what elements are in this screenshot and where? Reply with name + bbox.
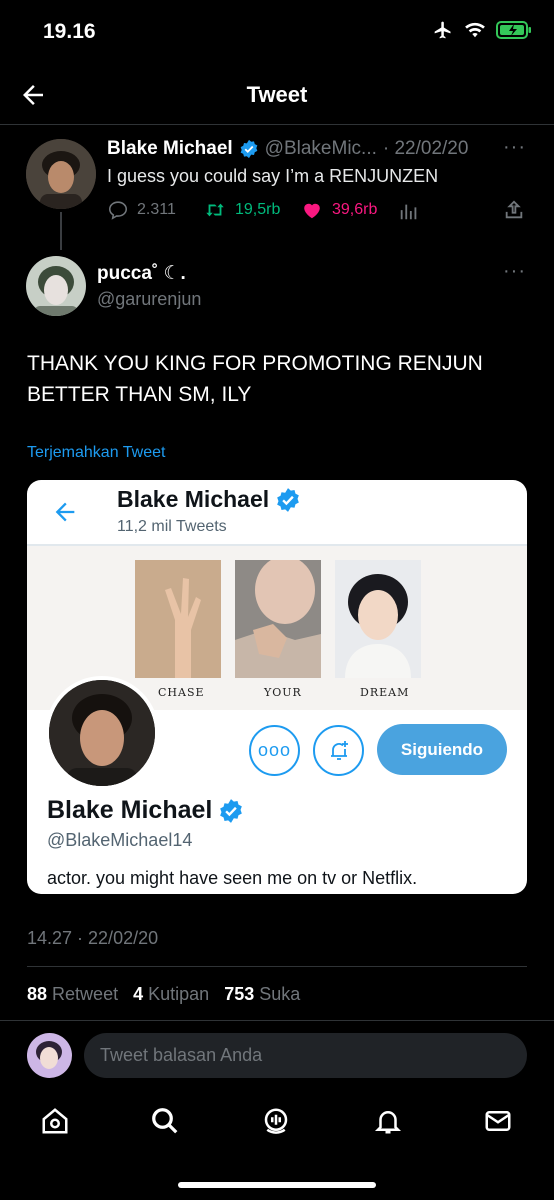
banner-photo-face (335, 560, 421, 678)
card-following-button: Siguiendo (377, 724, 507, 775)
tab-spaces[interactable] (259, 1104, 293, 1138)
card-more-button: ooo (249, 725, 300, 776)
engagement-counts: 88 Retweet 4 Kutipan 753 Suka (27, 984, 300, 1005)
current-user-avatar[interactable] (27, 1033, 72, 1078)
card-handle: @BlakeMichael14 (47, 830, 193, 850)
card-bio: actor. you might have seen me on tv or N… (47, 868, 418, 888)
avatar[interactable] (26, 256, 86, 316)
thread-line (60, 212, 62, 250)
verified-badge-icon (220, 798, 243, 823)
wifi-icon (465, 22, 485, 38)
heart-filled-icon (304, 203, 320, 219)
verified-badge-icon (240, 139, 258, 159)
search-icon (152, 1108, 178, 1134)
retweets-link[interactable]: 88 Retweet (27, 984, 118, 1004)
banner-photo-hand (135, 560, 221, 678)
banner-caption: CHASE (158, 686, 205, 699)
analytics-icon[interactable] (398, 200, 420, 227)
messages-icon (485, 1111, 511, 1131)
airplane-icon (434, 21, 451, 39)
tab-search[interactable] (148, 1104, 182, 1138)
share-icon[interactable] (503, 199, 525, 226)
pucca-avatar-image (26, 256, 86, 316)
tweet-text: THANK YOU KING FOR PROMOTING RENJUN BETT… (27, 352, 483, 406)
battery-charging-icon (496, 21, 531, 39)
reply-input[interactable]: Tweet balasan Anda (84, 1033, 527, 1078)
blake-avatar-image (26, 139, 96, 209)
home-indicator (178, 1182, 376, 1188)
home-icon (42, 1108, 68, 1134)
reply-count: 2.311 (137, 201, 176, 218)
tweet-date: · 22/02/20 (382, 138, 469, 159)
card-profile-name: Blake Michael (117, 486, 270, 512)
retweet-count: 19,5rb (235, 201, 281, 218)
reply-divider (0, 1020, 554, 1021)
reply-stat[interactable]: 2.311 (107, 199, 176, 221)
meta-divider (27, 966, 527, 967)
status-time: 19.16 (43, 20, 96, 43)
banner-photo-neck (235, 556, 321, 678)
author-name[interactable]: Blake Michael (107, 138, 233, 160)
more-options-icon[interactable]: ··· (503, 260, 526, 283)
banner-caption: DREAM (360, 686, 410, 699)
retweet-icon (206, 203, 224, 217)
likes-link[interactable]: 753 Suka (224, 984, 300, 1004)
banner-caption: YOUR (264, 686, 302, 699)
spaces-icon (264, 1108, 288, 1134)
embedded-image[interactable]: Blake Michael 11,2 mil Tweets CHASE YOUR… (27, 480, 527, 894)
card-back-arrow-icon (51, 498, 79, 531)
header-divider (0, 124, 554, 125)
status-icons (432, 20, 532, 40)
retweet-stat[interactable]: 19,5rb (203, 199, 280, 221)
reply-icon (108, 201, 128, 220)
tab-notifications[interactable] (371, 1104, 405, 1138)
tab-messages[interactable] (481, 1104, 515, 1138)
translate-tweet-link[interactable]: Terjemahkan Tweet (27, 444, 165, 462)
bell-plus-icon (330, 740, 348, 760)
card-profile-avatar (45, 676, 159, 790)
page-title: Tweet (246, 82, 308, 107)
card-tweet-count: 11,2 mil Tweets (117, 518, 227, 535)
author-name[interactable]: pucca˚ ☾. (97, 262, 186, 285)
tweet-timestamp: 14.27 · 22/02/20 (27, 928, 159, 948)
card-profile-header: Blake Michael (47, 796, 244, 825)
card-header: Blake Michael (117, 486, 301, 513)
author-handle[interactable]: @BlakeMic... (265, 138, 377, 160)
verified-badge-icon (277, 487, 299, 512)
card-notify-button (313, 725, 364, 776)
like-count: 39,6rb (332, 201, 378, 218)
avatar[interactable] (26, 139, 96, 209)
notifications-icon (374, 1111, 402, 1134)
more-options-icon[interactable]: ··· (503, 136, 526, 159)
author-handle[interactable]: @garurenjun (97, 289, 201, 310)
quoted-tweet-text: I guess you could say I’m a RENJUNZEN (107, 166, 439, 186)
more-options-icon: ooo (257, 740, 292, 760)
tab-home[interactable] (38, 1104, 72, 1138)
like-stat[interactable]: 39,6rb (300, 199, 377, 221)
quotes-link[interactable]: 4 Kutipan (133, 984, 209, 1004)
card-display-name: Blake Michael (47, 796, 213, 824)
quoted-tweet-header: Blake Michael @BlakeMic... · 22/02/20 (107, 138, 468, 160)
